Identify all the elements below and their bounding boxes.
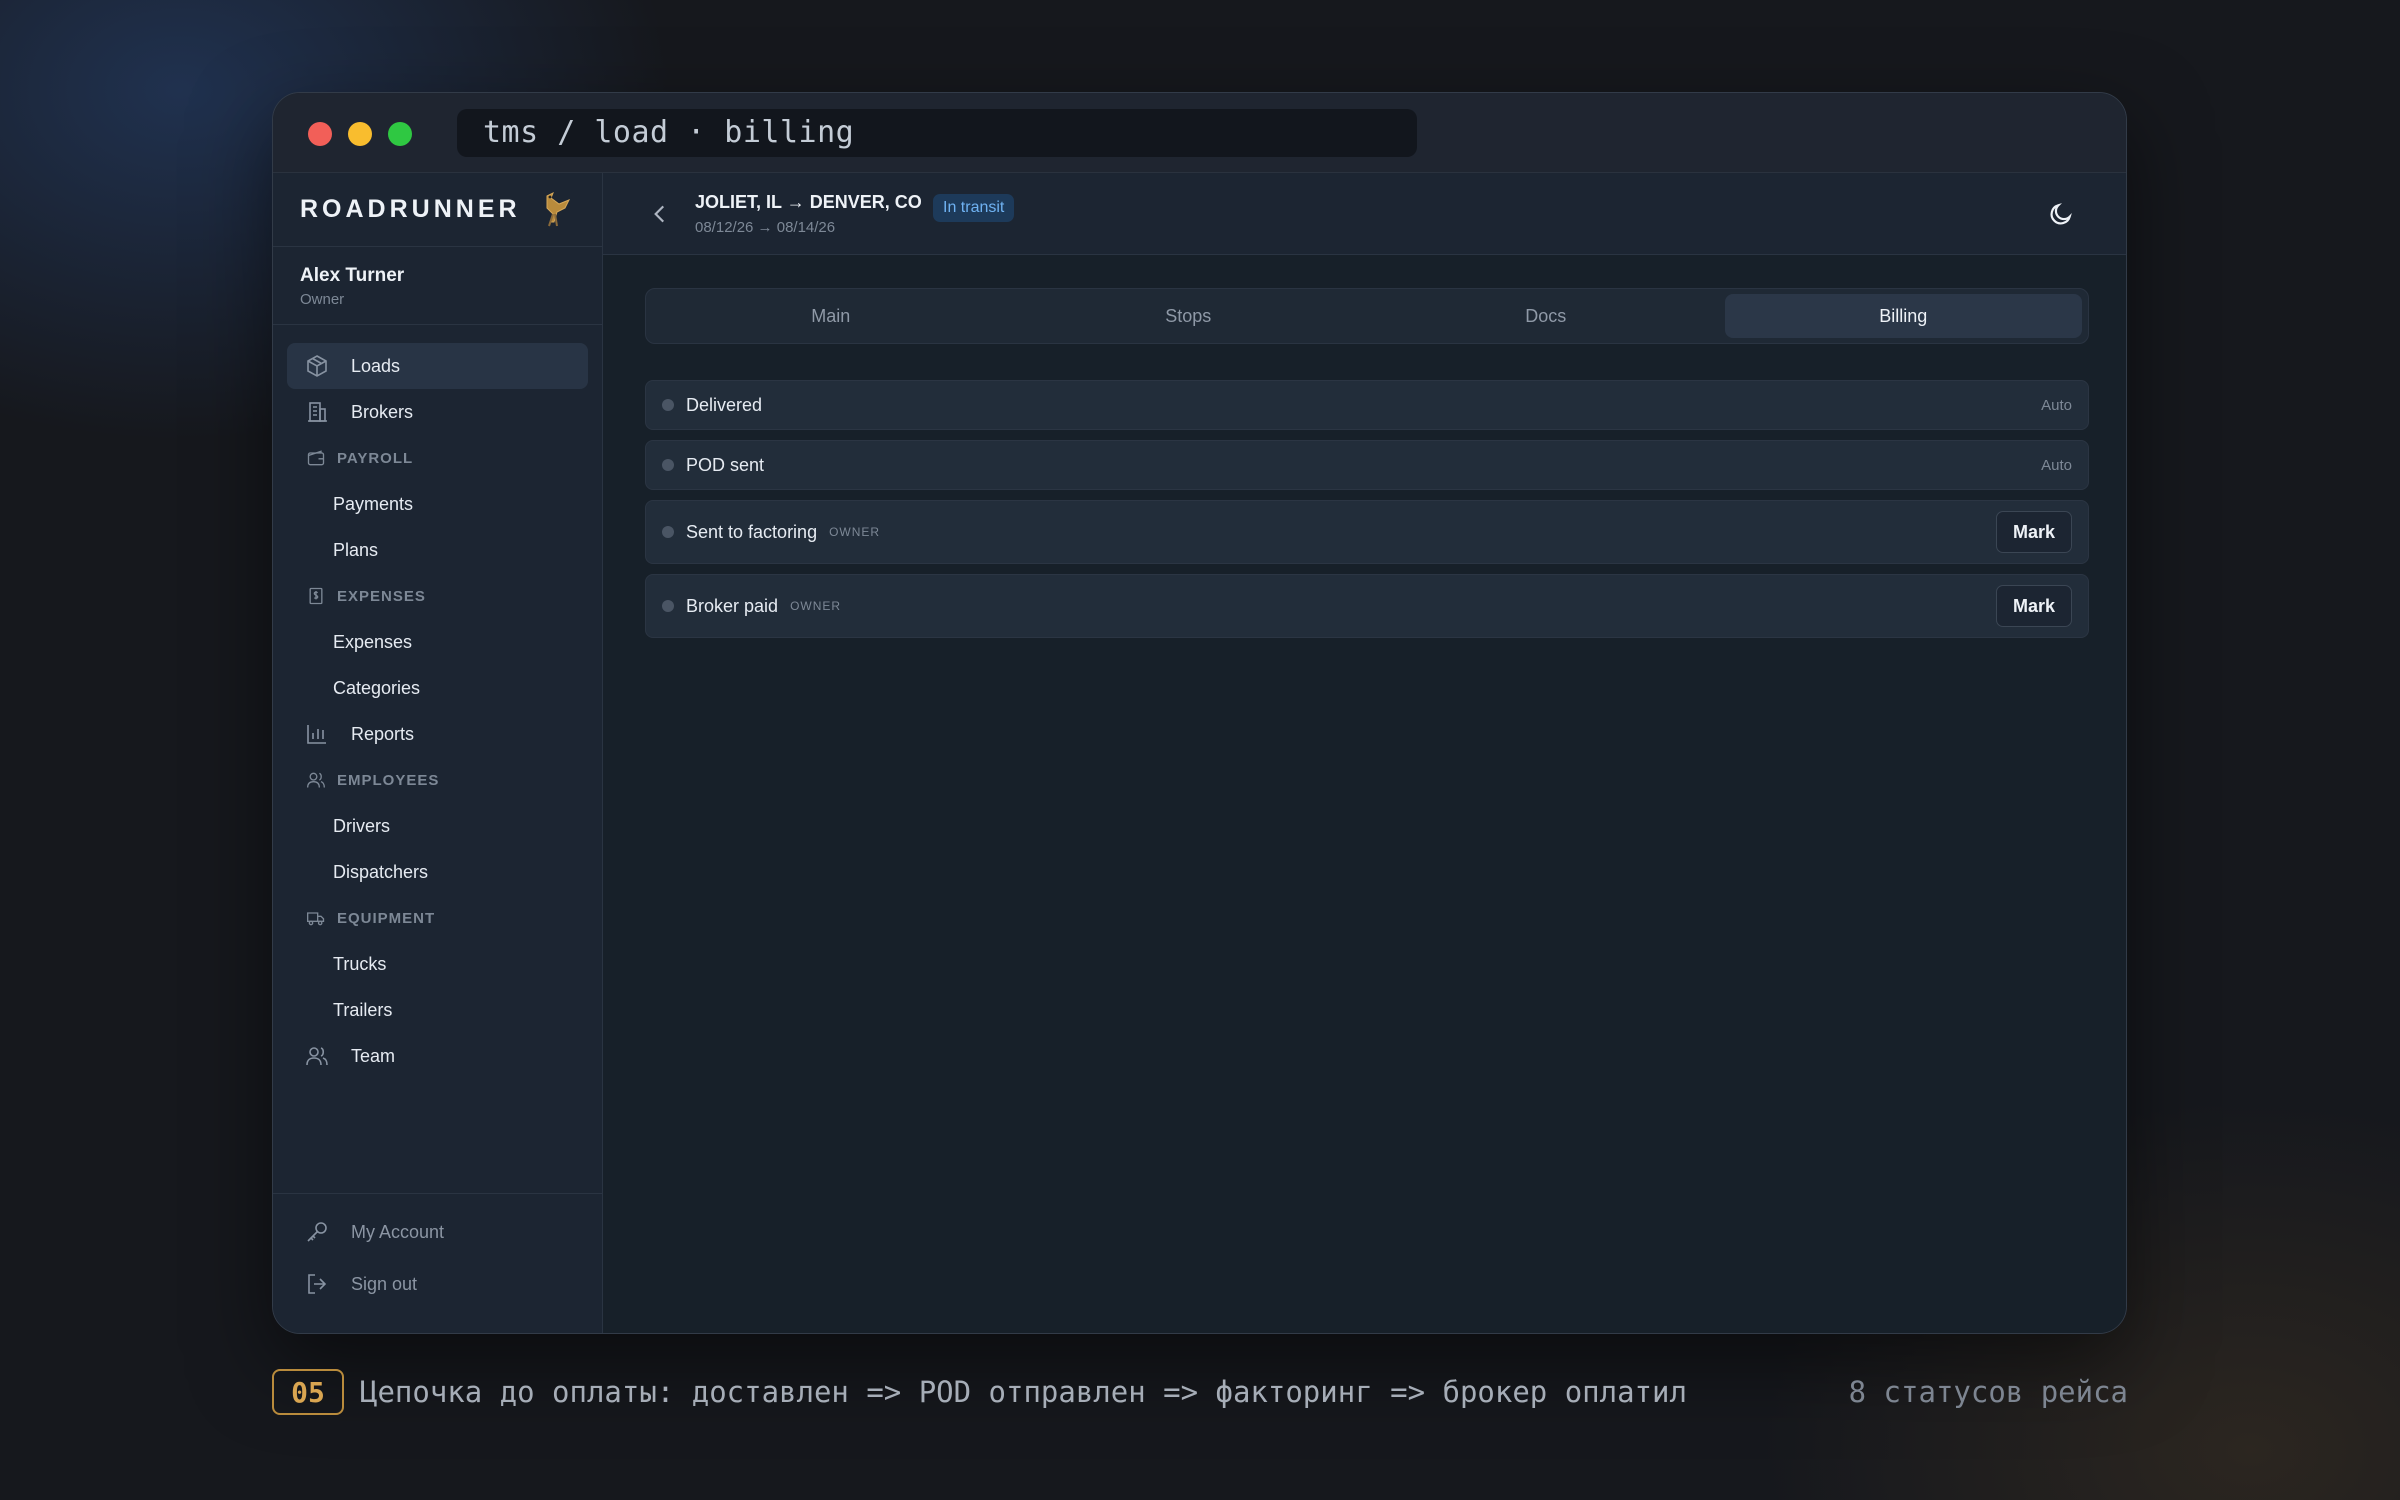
load-tabs: Main Stops Docs Billing	[645, 288, 2089, 344]
sidebar-item-plans[interactable]: Plans	[287, 527, 588, 573]
window-titlebar: tms / load · billing	[273, 93, 2126, 173]
sidebar-item-loads[interactable]: Loads	[287, 343, 588, 389]
moon-icon	[2050, 203, 2072, 225]
brand: ROADRUNNER	[273, 173, 602, 247]
mark-broker-paid-button[interactable]: Mark	[1995, 585, 2072, 627]
chevron-left-icon	[654, 205, 665, 223]
step-number: 05	[272, 1369, 344, 1415]
sidebar-item-trucks[interactable]: Trucks	[287, 941, 588, 987]
billing-status-row: Sent to factoring OWNER Mark	[645, 500, 2089, 564]
load-header: JOLIET, IL → DENVER, CO 08/12/26 → 08/14…	[603, 173, 2126, 255]
sidebar-item-categories[interactable]: Categories	[287, 665, 588, 711]
caption-text: Цепочка до оплаты: доставлен => POD отпр…	[360, 1375, 1687, 1409]
sidebar-item-dispatchers[interactable]: Dispatchers	[287, 849, 588, 895]
tab-docs[interactable]: Docs	[1367, 294, 1725, 338]
back-button[interactable]	[647, 201, 673, 227]
address-bar[interactable]: tms / load · billing	[457, 109, 1417, 157]
wallet-icon	[305, 447, 327, 469]
section-label: PAYROLL	[337, 449, 414, 467]
close-window-button[interactable]	[308, 122, 332, 146]
auto-tag: Auto	[2041, 396, 2072, 414]
sidebar-item-label: Loads	[351, 355, 401, 376]
status-dot	[662, 399, 674, 411]
building-icon	[303, 398, 331, 426]
status-label: Broker paid	[686, 595, 779, 616]
status-dot	[662, 459, 674, 471]
sign-out-link[interactable]: Sign out	[287, 1258, 588, 1310]
main-content: JOLIET, IL → DENVER, CO 08/12/26 → 08/14…	[603, 173, 2126, 1333]
load-dates: 08/12/26 → 08/14/26	[695, 219, 836, 236]
current-user: Alex Turner Owner	[273, 247, 602, 325]
slide-caption: 05 Цепочка до оплаты: доставлен => POD о…	[272, 1369, 2128, 1415]
box-icon	[303, 352, 331, 380]
sidebar-nav: Loads Brokers PAYROLL Payments Plans EXP…	[273, 325, 602, 1079]
billing-status-list: Delivered Auto POD sent Auto Sent to fac…	[645, 380, 2089, 648]
receipt-dollar-icon	[305, 585, 327, 607]
maximize-window-button[interactable]	[388, 122, 412, 146]
billing-status-row: Delivered Auto	[645, 380, 2089, 430]
user-name: Alex Turner	[300, 265, 405, 286]
status-dot	[662, 600, 674, 612]
sidebar-item-brokers[interactable]: Brokers	[287, 389, 588, 435]
caption-count: 8 статусов рейса	[1848, 1375, 2128, 1409]
sidebar-section-employees: EMPLOYEES	[287, 757, 588, 803]
status-badge: In transit	[933, 194, 1015, 222]
section-label: EMPLOYEES	[337, 771, 440, 789]
users-icon	[303, 1042, 331, 1070]
status-dot	[662, 526, 674, 538]
sidebar-item-reports[interactable]: Reports	[287, 711, 588, 757]
tab-stops[interactable]: Stops	[1010, 294, 1368, 338]
truck-icon	[305, 907, 327, 929]
roadrunner-bird-icon	[546, 191, 570, 226]
my-account-label: My Account	[351, 1221, 445, 1242]
minimize-window-button[interactable]	[348, 122, 372, 146]
brand-name: ROADRUNNER	[300, 195, 521, 223]
sidebar-item-payments[interactable]: Payments	[287, 481, 588, 527]
auto-tag: Auto	[2041, 456, 2072, 474]
sidebar-section-equipment: EQUIPMENT	[287, 895, 588, 941]
sign-out-label: Sign out	[351, 1273, 418, 1294]
sidebar-item-label: Brokers	[351, 401, 414, 422]
status-label: POD sent	[686, 454, 765, 475]
load-route: JOLIET, IL → DENVER, CO	[695, 192, 922, 212]
sidebar-item-expenses[interactable]: Expenses	[287, 619, 588, 665]
key-icon	[303, 1218, 331, 1246]
sidebar-section-expenses: EXPENSES	[287, 573, 588, 619]
app-window: tms / load · billing ROADRUNNER Alex Tur…	[272, 92, 2127, 1334]
owner-role-tag: OWNER	[829, 525, 881, 539]
sidebar-item-label: Reports	[351, 723, 415, 744]
sidebar-footer: My Account Sign out	[273, 1193, 602, 1333]
section-label: EQUIPMENT	[337, 909, 436, 927]
sidebar-item-team[interactable]: Team	[287, 1033, 588, 1079]
billing-status-row: Broker paid OWNER Mark	[645, 574, 2089, 638]
tab-billing[interactable]: Billing	[1724, 294, 2082, 338]
my-account-link[interactable]: My Account	[287, 1206, 588, 1258]
mark-sent-to-factoring-button[interactable]: Mark	[1995, 511, 2072, 553]
sidebar-item-label: Team	[351, 1045, 396, 1066]
sidebar-item-drivers[interactable]: Drivers	[287, 803, 588, 849]
tab-main[interactable]: Main	[652, 294, 1010, 338]
status-label: Delivered	[686, 394, 763, 415]
section-label: EXPENSES	[337, 587, 426, 605]
billing-status-row: POD sent Auto	[645, 440, 2089, 490]
sidebar: ROADRUNNER Alex Turner Owner Loads Broke…	[273, 173, 603, 1333]
bar-chart-icon	[303, 720, 331, 748]
users-icon	[305, 769, 327, 791]
sidebar-section-payroll: PAYROLL	[287, 435, 588, 481]
owner-role-tag: OWNER	[790, 599, 842, 613]
status-label: Sent to factoring	[686, 521, 818, 542]
sidebar-item-trailers[interactable]: Trailers	[287, 987, 588, 1033]
user-role: Owner	[300, 291, 345, 308]
sign-out-icon	[303, 1270, 331, 1298]
theme-toggle-button[interactable]	[2048, 201, 2076, 229]
